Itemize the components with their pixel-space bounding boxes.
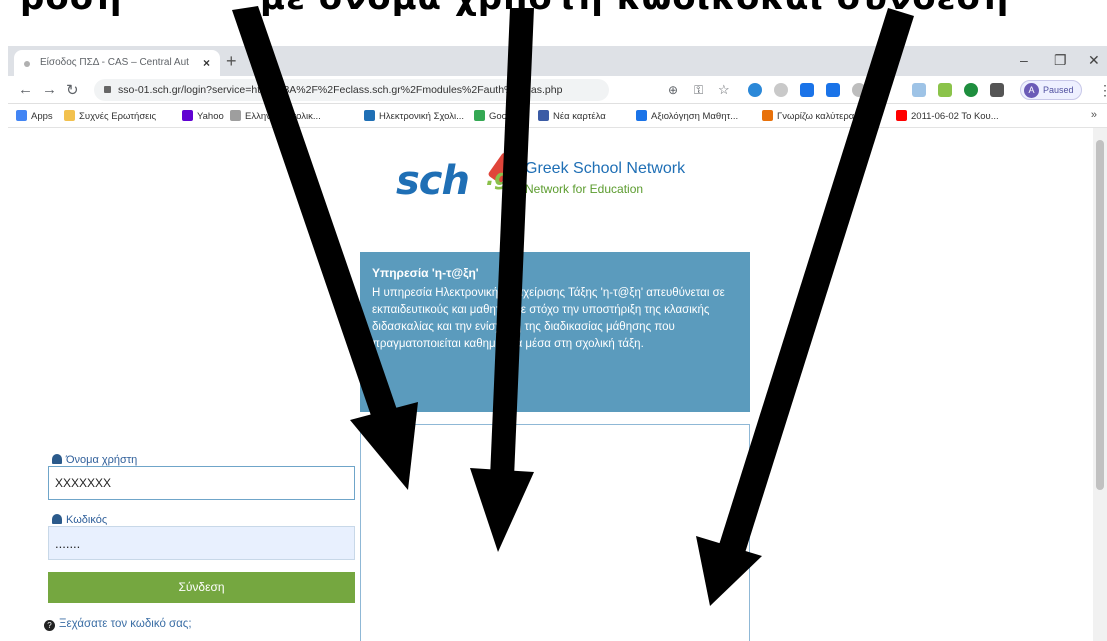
arrow-to-username [232, 6, 418, 490]
arrow-to-password [470, 8, 534, 552]
arrow-to-login-button [696, 8, 914, 606]
annotation-arrows [232, 6, 914, 606]
screenshot-stage: ροσημε ονομα χρηστη κωδικοκαι συνδεση Εί… [0, 0, 1107, 641]
